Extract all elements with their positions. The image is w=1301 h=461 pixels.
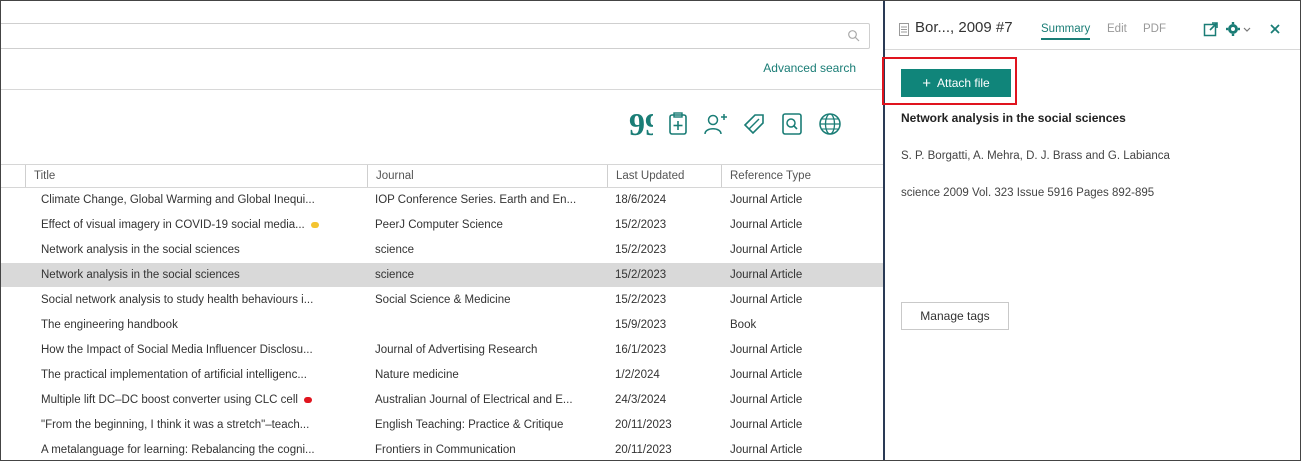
table-header: Title Journal Last Updated Reference Typ… (1, 164, 883, 188)
row-journal: science (375, 269, 414, 281)
row-title: Effect of visual imagery in COVID-19 soc… (41, 213, 366, 237)
row-title: The engineering handbook (41, 319, 178, 331)
row-reference-type: Journal Article (730, 344, 803, 356)
quote-icon[interactable]: 99 (625, 109, 655, 139)
row-title: The practical implementation of artifici… (41, 369, 307, 381)
row-journal: English Teaching: Practice & Critique (375, 419, 564, 431)
attach-file-label: Attach file (937, 76, 990, 90)
search-icon[interactable] (847, 29, 861, 43)
row-title: Multiple lift DC–DC boost converter usin… (41, 388, 366, 412)
table-row[interactable]: "From the beginning, I think it was a st… (1, 413, 883, 437)
row-reference-type: Journal Article (730, 194, 803, 206)
row-reference-type: Journal Article (730, 294, 803, 306)
table-row[interactable]: The engineering handbook 15/9/2023 Book (1, 313, 883, 337)
row-journal (375, 313, 607, 337)
row-title: Social network analysis to study health … (41, 294, 314, 306)
reference-authors: S. P. Borgatti, A. Mehra, D. J. Brass an… (901, 150, 1170, 162)
toolbar: 99 (625, 109, 845, 143)
row-journal: Nature medicine (375, 369, 459, 381)
row-title: How the Impact of Social Media Influence… (41, 344, 313, 356)
row-title: A metalanguage for learning: Rebalancing… (41, 444, 315, 456)
row-title: Network analysis in the social sciences (41, 269, 240, 281)
reference-title: Network analysis in the social sciences (901, 111, 1126, 125)
share-icon[interactable] (739, 109, 769, 139)
plus-icon: + (922, 74, 932, 92)
row-journal: science (375, 244, 414, 256)
reference-panel: Bor..., 2009 #7 Summary Edit PDF + Attac… (882, 1, 1300, 460)
row-reference-type: Book (730, 319, 757, 331)
row-reference-type: Journal Article (730, 219, 803, 231)
row-reference-type: Journal Article (730, 419, 803, 431)
column-reference-type[interactable]: Reference Type (721, 165, 883, 187)
document-icon (899, 23, 909, 36)
column-journal[interactable]: Journal (367, 165, 607, 187)
row-title: Network analysis in the social sciences (41, 244, 240, 256)
attach-file-button[interactable]: + Attach file (901, 69, 1011, 97)
table-row[interactable]: Network analysis in the social sciences s… (1, 238, 883, 262)
row-reference-type: Journal Article (730, 444, 803, 456)
row-last-updated: 18/6/2024 (615, 194, 667, 206)
row-journal: Frontiers in Communication (375, 444, 516, 456)
row-last-updated: 15/9/2023 (615, 319, 667, 331)
table-row[interactable]: Network analysis in the social sciences s… (1, 263, 883, 287)
library-pane: Advanced search 99 Title Jour (1, 1, 883, 460)
search-input[interactable] (1, 23, 870, 49)
tab-edit[interactable]: Edit (1107, 23, 1127, 35)
row-journal: IOP Conference Series. Earth and En... (375, 194, 577, 206)
row-last-updated: 15/2/2023 (615, 269, 667, 281)
table-row[interactable]: Multiple lift DC–DC boost converter usin… (1, 388, 883, 412)
row-last-updated: 16/1/2023 (615, 344, 667, 356)
web-icon[interactable] (815, 109, 845, 139)
tab-summary[interactable]: Summary (1041, 23, 1091, 40)
chevron-down-icon[interactable] (1242, 21, 1252, 37)
color-tag-icon (310, 221, 319, 228)
app-window: Advanced search 99 Title Jour (0, 0, 1301, 461)
row-reference-type: Journal Article (730, 369, 803, 381)
panel-title: Bor..., 2009 #7 (915, 19, 1013, 36)
add-person-icon[interactable] (701, 109, 731, 139)
table-row[interactable]: Climate Change, Global Warming and Globa… (1, 188, 883, 212)
reference-source: science 2009 Vol. 323 Issue 5916 Pages 8… (901, 187, 1155, 199)
row-journal: Journal of Advertising Research (375, 344, 538, 356)
find-fulltext-icon[interactable] (777, 109, 807, 139)
svg-text:99: 99 (629, 111, 653, 137)
column-title[interactable]: Title (25, 165, 367, 187)
table-row[interactable]: Effect of visual imagery in COVID-19 soc… (1, 213, 883, 237)
row-journal: PeerJ Computer Science (375, 219, 503, 231)
clipboard-add-icon[interactable] (663, 109, 693, 139)
row-journal: Australian Journal of Electrical and E..… (375, 394, 573, 406)
gear-icon[interactable] (1225, 21, 1241, 37)
row-last-updated: 20/11/2023 (615, 419, 672, 431)
row-last-updated: 20/11/2023 (615, 444, 672, 456)
row-last-updated: 15/2/2023 (615, 219, 667, 231)
color-tag-icon (303, 396, 312, 403)
row-last-updated: 15/2/2023 (615, 294, 667, 306)
row-last-updated: 15/2/2023 (615, 244, 667, 256)
manage-tags-button[interactable]: Manage tags (901, 302, 1009, 330)
open-external-icon[interactable] (1203, 21, 1219, 37)
row-last-updated: 1/2/2024 (615, 369, 660, 381)
close-icon[interactable] (1267, 21, 1283, 37)
row-title: Climate Change, Global Warming and Globa… (41, 194, 315, 206)
table-row[interactable]: A metalanguage for learning: Rebalancing… (1, 438, 883, 460)
row-reference-type: Journal Article (730, 244, 803, 256)
divider (1, 89, 883, 90)
tab-pdf[interactable]: PDF (1143, 23, 1166, 35)
row-last-updated: 24/3/2024 (615, 394, 667, 406)
row-title: "From the beginning, I think it was a st… (41, 419, 310, 431)
table-row[interactable]: Social network analysis to study health … (1, 288, 883, 312)
row-reference-type: Journal Article (730, 394, 803, 406)
panel-header: Bor..., 2009 #7 Summary Edit PDF (885, 1, 1300, 50)
row-reference-type: Journal Article (730, 269, 803, 281)
column-last-updated[interactable]: Last Updated (607, 165, 721, 187)
table-row[interactable]: How the Impact of Social Media Influence… (1, 338, 883, 362)
row-journal: Social Science & Medicine (375, 294, 511, 306)
advanced-search-link[interactable]: Advanced search (763, 61, 856, 75)
table-row[interactable]: The practical implementation of artifici… (1, 363, 883, 387)
